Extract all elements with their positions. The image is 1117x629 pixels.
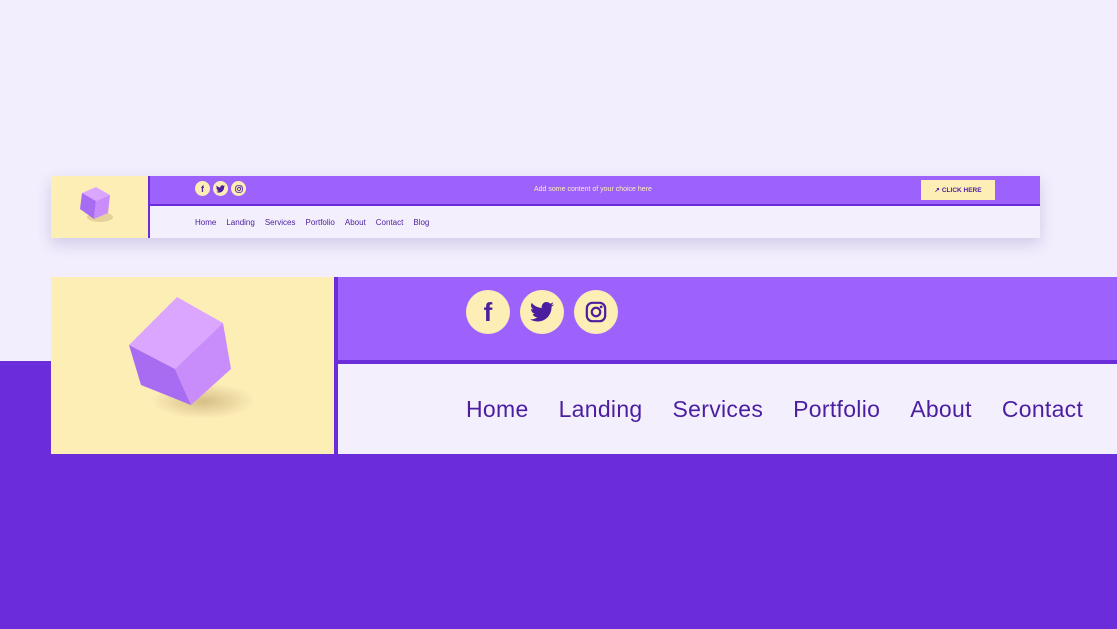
nav-item-contact[interactable]: Contact — [376, 218, 404, 227]
instagram-icon[interactable] — [574, 290, 618, 334]
nav-item-landing[interactable]: Landing — [559, 396, 643, 423]
social-links: f — [466, 290, 618, 334]
nav-item-about[interactable]: About — [345, 218, 366, 227]
header-preview-small: f Add some content of your choice here ↗… — [51, 176, 1040, 238]
facebook-icon[interactable]: f — [195, 181, 210, 196]
click-here-label: CLICK HERE — [941, 186, 982, 194]
nav-item-portfolio[interactable]: Portfolio — [793, 396, 880, 423]
logo-area — [51, 277, 338, 454]
top-bar: f Add some content of your choice here ↗… — [150, 176, 1040, 206]
main-nav: Home Landing Services Portfolio About Co… — [150, 206, 1040, 238]
cube-icon[interactable] — [76, 181, 118, 225]
nav-item-landing[interactable]: Landing — [226, 218, 254, 227]
topbar-message: Add some content of your choice here — [534, 186, 652, 193]
arrow-icon: ↗ — [934, 187, 940, 194]
social-links: f — [195, 181, 246, 196]
nav-item-home[interactable]: Home — [195, 218, 216, 227]
nav-item-blog[interactable]: Blog — [413, 218, 429, 227]
click-here-button[interactable]: ↗ CLICK HERE — [921, 180, 995, 200]
facebook-glyph: f — [201, 183, 204, 194]
facebook-glyph: f — [483, 296, 493, 327]
twitter-icon[interactable] — [213, 181, 228, 196]
logo-area — [51, 176, 150, 238]
top-bar: f — [338, 277, 1117, 364]
facebook-icon[interactable]: f — [466, 290, 510, 334]
instagram-icon[interactable] — [231, 181, 246, 196]
twitter-icon[interactable] — [520, 290, 564, 334]
nav-item-services[interactable]: Services — [265, 218, 296, 227]
nav-item-portfolio[interactable]: Portfolio — [306, 218, 335, 227]
header-content: f Home Landing Services Portfolio About … — [338, 277, 1117, 454]
nav-item-services[interactable]: Services — [673, 396, 764, 423]
header-content: f Add some content of your choice here ↗… — [150, 176, 1040, 238]
nav-item-contact[interactable]: Contact — [1002, 396, 1083, 423]
cube-icon[interactable] — [121, 289, 261, 429]
main-nav: Home Landing Services Portfolio About Co… — [338, 364, 1117, 454]
header-zoom-large: f Home Landing Services Portfolio About … — [51, 277, 1117, 454]
nav-item-home[interactable]: Home — [466, 396, 529, 423]
nav-item-about[interactable]: About — [910, 396, 972, 423]
